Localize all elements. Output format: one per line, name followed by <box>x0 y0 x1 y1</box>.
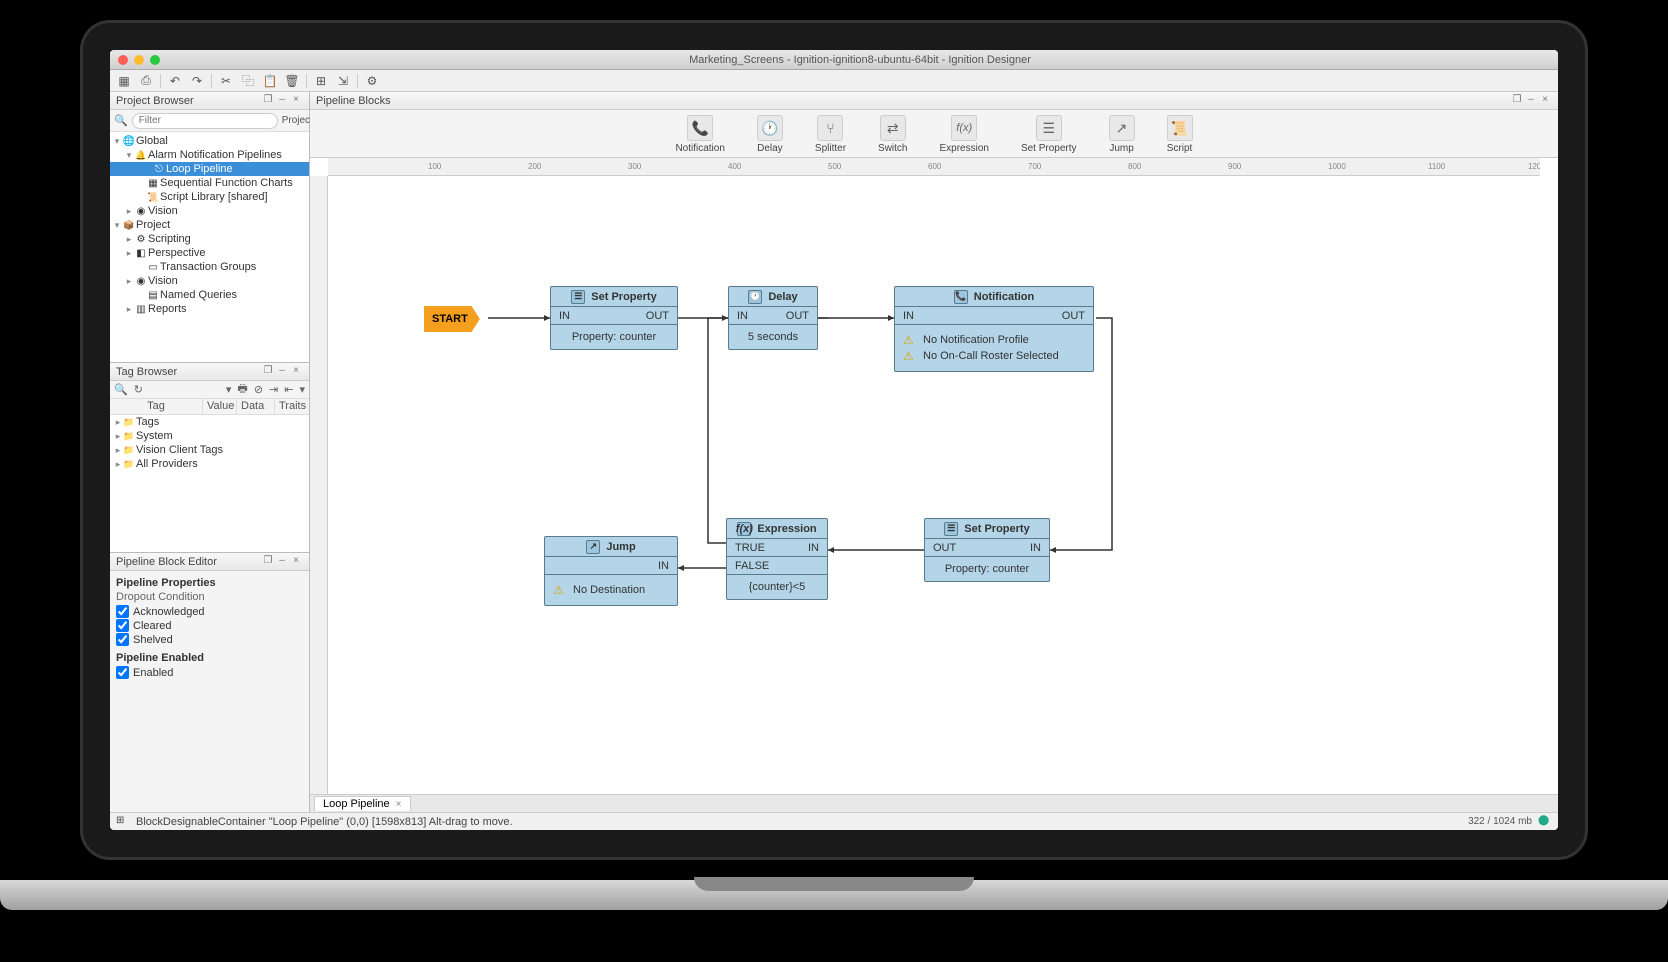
tool-jump[interactable]: ↗Jump <box>1109 115 1135 154</box>
main-toolbar: ▦ ⎙ ↶ ↷ ✂ ⿻ 📋 🗑 ⊞ ⇲ ⚙ <box>110 70 1558 92</box>
warning-icon <box>903 349 917 363</box>
tool-set-property[interactable]: ☰Set Property <box>1021 115 1077 154</box>
project-tree[interactable]: ▾Global ▾Alarm Notification Pipelines Lo… <box>110 132 309 362</box>
warning-icon <box>903 333 917 347</box>
minimize-icon[interactable]: – <box>275 365 289 379</box>
close-icon[interactable]: × <box>289 365 303 379</box>
warning-icon <box>553 583 567 597</box>
status-text: BlockDesignableContainer "Loop Pipeline"… <box>136 816 513 828</box>
tag-columns: Tag Value Data ... Traits <box>110 399 309 415</box>
pref-icon[interactable]: ⚙ <box>362 72 382 90</box>
paste-icon[interactable]: 📋 <box>260 72 280 90</box>
start-block[interactable]: START <box>424 306 480 332</box>
project-browser-title: Project Browser <box>116 95 194 107</box>
titlebar: Marketing_Screens - Ignition-ignition8-u… <box>110 50 1558 70</box>
tag-browser-header: Tag Browser ❐ – × <box>110 363 309 381</box>
expression-block[interactable]: f(x)Expression TRUEIN FALSE {counter}<5 <box>726 518 828 600</box>
minimize-icon[interactable]: – <box>275 555 289 569</box>
restore-icon[interactable]: ❐ <box>1510 94 1524 108</box>
tool-splitter[interactable]: ⑂Splitter <box>815 115 846 154</box>
delay-block[interactable]: 🕐Delay INOUT 5 seconds <box>728 286 818 350</box>
restore-icon[interactable]: ❐ <box>261 94 275 108</box>
jump-block[interactable]: ↗Jump IN No Destination <box>544 536 678 606</box>
pipeline-blocks-header: Pipeline Blocks ❐ – × <box>310 92 1558 110</box>
cleared-checkbox[interactable]: Cleared <box>116 619 303 632</box>
block-palette: 📞Notification 🕐Delay ⑂Splitter ⇄Switch f… <box>310 110 1558 158</box>
snap-icon[interactable]: ⇲ <box>333 72 353 90</box>
tag-browser-title: Tag Browser <box>116 366 177 378</box>
tree-item-loop-pipeline[interactable]: Loop Pipeline <box>110 162 309 176</box>
restore-icon[interactable]: ❐ <box>261 555 275 569</box>
enabled-checkbox[interactable]: Enabled <box>116 666 303 679</box>
minimize-icon[interactable]: – <box>275 94 289 108</box>
minimize-icon[interactable]: – <box>1524 94 1538 108</box>
pipeline-blocks-title: Pipeline Blocks <box>316 95 391 107</box>
block-editor-header: Pipeline Block Editor ❐ – × <box>110 553 309 571</box>
tool-delay[interactable]: 🕐Delay <box>757 115 783 154</box>
ack-checkbox[interactable]: Acknowledged <box>116 605 303 618</box>
set-property-block-2[interactable]: ☰Set Property OUTIN Property: counter <box>924 518 1050 582</box>
tool-notification[interactable]: 📞Notification <box>675 115 724 154</box>
redo-icon[interactable]: ↷ <box>187 72 207 90</box>
connect-icon[interactable]: ⬤ <box>1538 815 1552 829</box>
editor-tabs: Loop Pipeline× <box>310 794 1558 812</box>
cut-icon[interactable]: ✂ <box>216 72 236 90</box>
restore-icon[interactable]: ❐ <box>261 365 275 379</box>
tool-expression[interactable]: f(x)Expression <box>939 115 988 154</box>
tab-loop-pipeline[interactable]: Loop Pipeline× <box>314 796 411 811</box>
window-title: Marketing_Screens - Ignition-ignition8-u… <box>170 54 1550 66</box>
memory-usage: 322 / 1024 mb <box>1468 816 1532 827</box>
pipeline-canvas[interactable]: START ☰Set Property INOUT Property: coun… <box>328 176 1558 794</box>
status-bar: ⊞ BlockDesignableContainer "Loop Pipelin… <box>110 812 1558 830</box>
filter-input[interactable] <box>132 113 278 129</box>
set-property-block-1[interactable]: ☰Set Property INOUT Property: counter <box>550 286 678 350</box>
traffic-lights[interactable] <box>118 55 160 65</box>
grid-icon[interactable]: ⊞ <box>311 72 331 90</box>
block-editor-title: Pipeline Block Editor <box>116 556 217 568</box>
close-icon[interactable]: × <box>289 555 303 569</box>
tag-toolbar: 🔍↻ ▾🖶⊘⇥⇤▾ <box>110 381 309 399</box>
tool-script[interactable]: 📜Script <box>1167 115 1193 154</box>
shelved-checkbox[interactable]: Shelved <box>116 633 303 646</box>
close-icon[interactable]: × <box>1538 94 1552 108</box>
close-icon[interactable]: × <box>289 94 303 108</box>
delete-icon[interactable]: 🗑 <box>282 72 302 90</box>
ruler-vertical <box>310 176 328 794</box>
canvas-area[interactable]: 100200300400500600700800900100011001200 <box>310 158 1558 794</box>
project-browser-header: Project Browser ❐ – × <box>110 92 309 110</box>
undo-icon[interactable]: ↶ <box>165 72 185 90</box>
save-icon[interactable]: ⎙ <box>136 72 156 90</box>
copy-icon[interactable]: ⿻ <box>238 72 258 90</box>
ruler-horizontal: 100200300400500600700800900100011001200 <box>328 158 1540 176</box>
search-icon: 🔍 <box>114 114 128 127</box>
grid-icon[interactable]: ⊞ <box>116 815 130 829</box>
notification-block[interactable]: 📞Notification INOUT No Notification Prof… <box>894 286 1094 372</box>
new-icon[interactable]: ▦ <box>114 72 134 90</box>
tool-switch[interactable]: ⇄Switch <box>878 115 907 154</box>
close-icon[interactable]: × <box>396 799 402 810</box>
